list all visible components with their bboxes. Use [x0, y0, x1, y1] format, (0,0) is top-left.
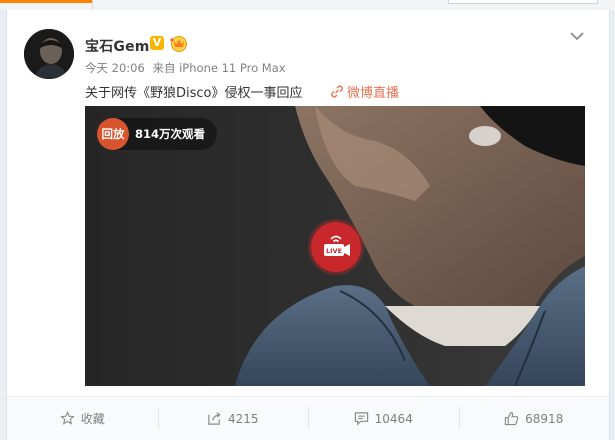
- live-label: LIVE: [326, 247, 342, 255]
- like-button[interactable]: 68918: [458, 397, 610, 440]
- like-icon: [505, 411, 519, 426]
- favorite-button[interactable]: 收藏: [7, 397, 158, 440]
- comment-icon: [354, 412, 368, 426]
- star-icon: [60, 411, 75, 425]
- post-meta: 今天 20:06 来自 iPhone 11 Pro Max: [85, 60, 290, 76]
- top-strip: [0, 0, 615, 10]
- weibo-post-card: 宝石Gem V 今天 20:06 来自 iPhone 11 Pro Max 关于…: [6, 10, 610, 440]
- verified-badge: V: [150, 36, 164, 50]
- favorite-label: 收藏: [80, 412, 105, 426]
- post-source: 来自 iPhone 11 Pro Max: [152, 61, 286, 75]
- crown-icon: [170, 36, 187, 52]
- username[interactable]: 宝石Gem: [85, 36, 150, 56]
- action-bar: 收藏 4215 10464 68918: [7, 396, 609, 440]
- search-box[interactable]: [448, 0, 598, 4]
- repost-button[interactable]: 4215: [157, 397, 309, 440]
- live-link-label: 微博直播: [347, 86, 400, 101]
- repost-icon: [208, 412, 221, 425]
- live-play-button[interactable]: LIVE: [311, 222, 361, 272]
- active-tab-indicator[interactable]: [0, 0, 92, 3]
- comment-button[interactable]: 10464: [308, 397, 459, 440]
- tab-divider: [92, 0, 93, 10]
- repost-count: 4215: [227, 411, 259, 426]
- view-count: 814万次观看: [135, 127, 206, 141]
- like-count: 68918: [525, 411, 564, 426]
- live-link[interactable]: 微博直播: [330, 82, 399, 101]
- replay-badge: 回放: [97, 118, 129, 150]
- live-video-player[interactable]: 回放 814万次观看 LIVE: [85, 106, 585, 386]
- post-text: 关于网传《野狼Disco》侵权一事回应: [85, 86, 303, 101]
- link-icon: [331, 85, 343, 98]
- post-time[interactable]: 今天 20:06: [85, 61, 145, 75]
- live-camera-icon: LIVE: [324, 235, 350, 256]
- avatar[interactable]: [24, 29, 74, 79]
- replay-view-pill: 回放 814万次观看: [97, 118, 218, 150]
- chevron-down-icon[interactable]: [569, 28, 585, 44]
- comment-count: 10464: [374, 411, 413, 426]
